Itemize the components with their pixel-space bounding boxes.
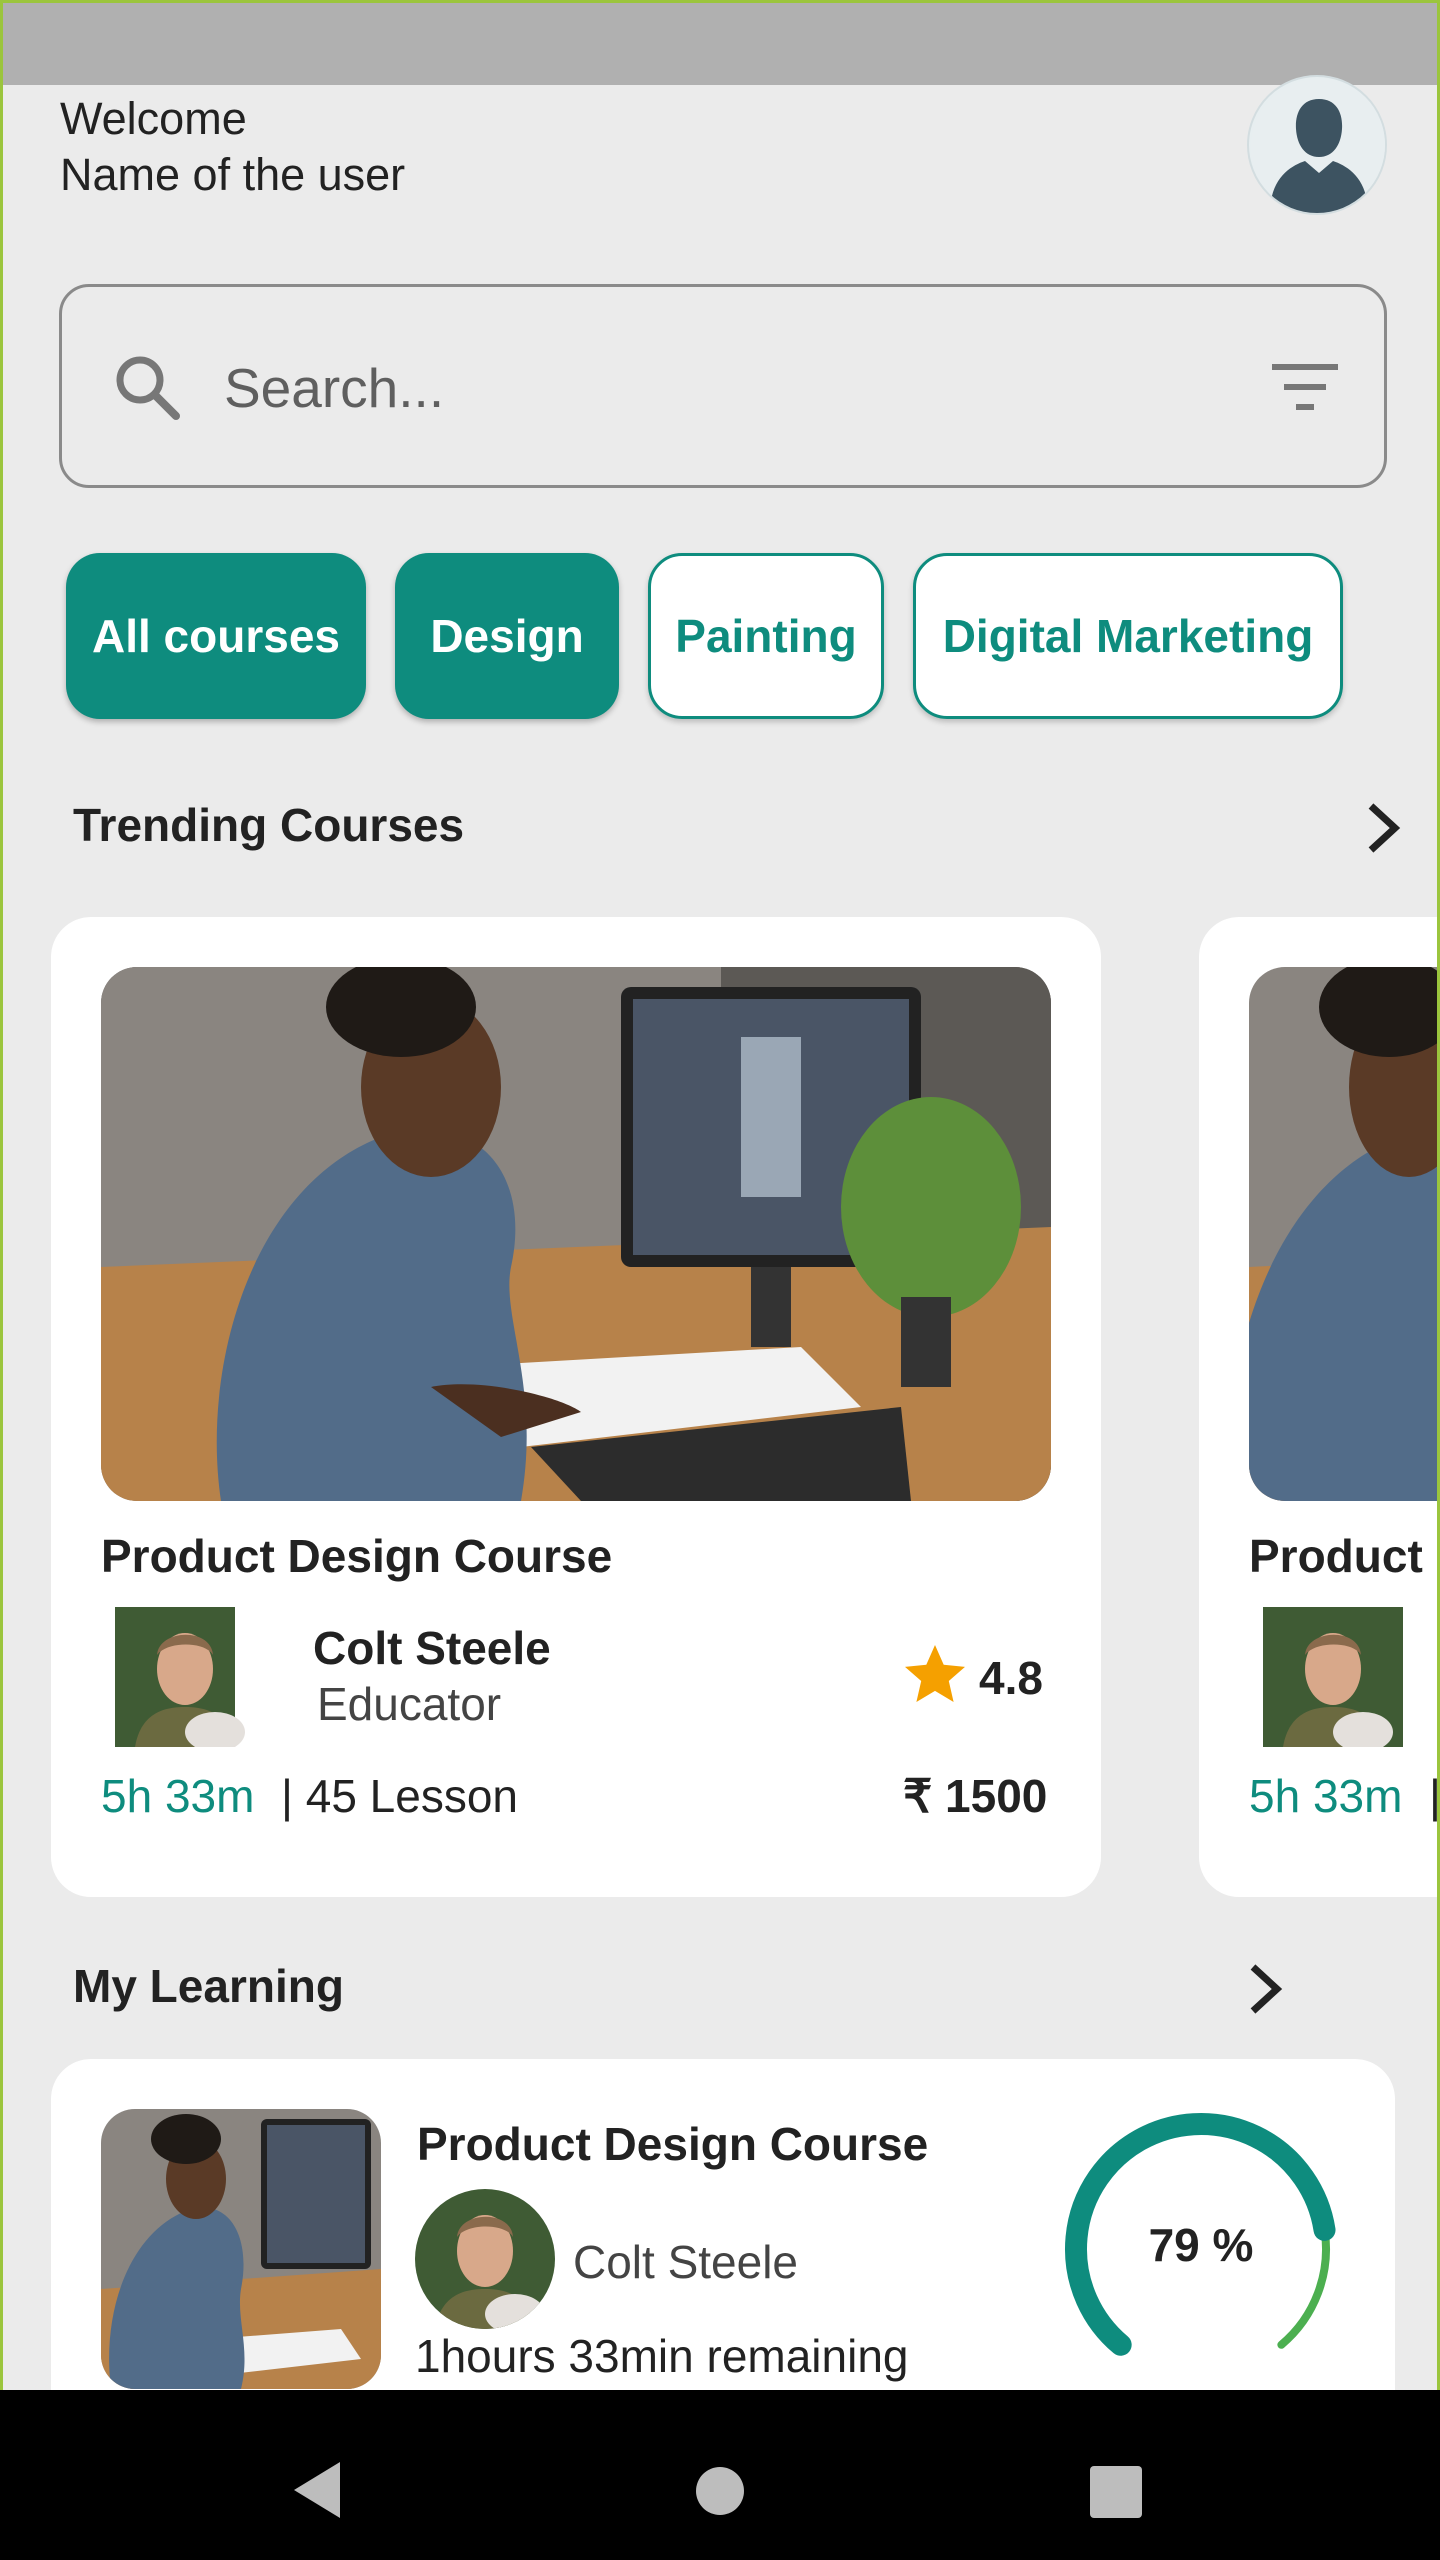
chip-digital-marketing[interactable]: Digital Marketing xyxy=(913,553,1343,719)
filter-icon[interactable] xyxy=(1272,362,1344,414)
progress-ring: 79 % xyxy=(1065,2113,1336,2356)
progress-label: 79 % xyxy=(1149,2219,1254,2271)
learning-educator-name: Colt Steele xyxy=(573,2236,799,2288)
course-lessons: | 45 Lesson xyxy=(1429,1770,1440,1822)
chip-all-courses[interactable]: All courses xyxy=(66,553,366,719)
educator-name: Colt Steele xyxy=(313,1622,551,1674)
star-icon xyxy=(905,1645,965,1702)
chevron-right-icon[interactable] xyxy=(1359,798,1407,858)
search-bar[interactable] xyxy=(59,284,1387,488)
course-price: ₹ 1500 xyxy=(903,1770,1048,1822)
learning-course-image xyxy=(101,2109,381,2389)
back-icon[interactable] xyxy=(290,2460,346,2520)
learning-remaining-time: 1hours 33min remaining xyxy=(415,2330,909,2382)
home-icon[interactable] xyxy=(694,2465,746,2517)
learning-card[interactable]: Product Design Course Colt Steele 1hours… xyxy=(51,2059,1395,2390)
course-title: Product Design Course xyxy=(101,1530,613,1582)
system-nav-bar xyxy=(0,2390,1440,2560)
welcome-text: Welcome xyxy=(60,93,247,144)
course-image xyxy=(101,967,1051,1501)
search-icon xyxy=(116,356,180,420)
course-rating: 4.8 xyxy=(979,1652,1043,1704)
educator-avatar xyxy=(1263,1607,1403,1747)
course-title: Product Design Course xyxy=(1249,1530,1437,1582)
learning-course-title: Product Design Course xyxy=(417,2118,929,2170)
course-duration: 5h 33m xyxy=(1249,1770,1403,1822)
chevron-right-icon[interactable] xyxy=(1241,1959,1289,2019)
course-card[interactable]: Product Design Course Colt Steele Educat… xyxy=(51,917,1101,1897)
recents-icon[interactable] xyxy=(1090,2466,1142,2518)
search-input[interactable] xyxy=(222,332,1226,444)
course-duration: 5h 33m xyxy=(101,1770,255,1822)
chip-painting[interactable]: Painting xyxy=(648,553,884,719)
learning-educator-avatar xyxy=(415,2189,555,2329)
educator-role: Educator xyxy=(317,1678,502,1730)
course-image xyxy=(1249,967,1437,1501)
profile-avatar[interactable] xyxy=(1247,75,1387,215)
status-bar xyxy=(3,3,1437,85)
educator-avatar xyxy=(115,1607,255,1747)
app-screen: Welcome Name of the user All courses Des… xyxy=(0,0,1440,2390)
chip-design[interactable]: Design xyxy=(395,553,619,719)
progress-remaining-arc xyxy=(1277,2225,1330,2349)
my-learning-title: My Learning xyxy=(73,1960,344,2012)
person-silhouette-icon xyxy=(1251,79,1385,213)
course-card[interactable]: Product Design Course 5h 33m | 45 Lesson xyxy=(1199,917,1440,1897)
trending-courses-title: Trending Courses xyxy=(73,799,465,851)
course-lessons: | 45 Lesson xyxy=(281,1770,519,1822)
user-name: Name of the user xyxy=(60,149,406,200)
